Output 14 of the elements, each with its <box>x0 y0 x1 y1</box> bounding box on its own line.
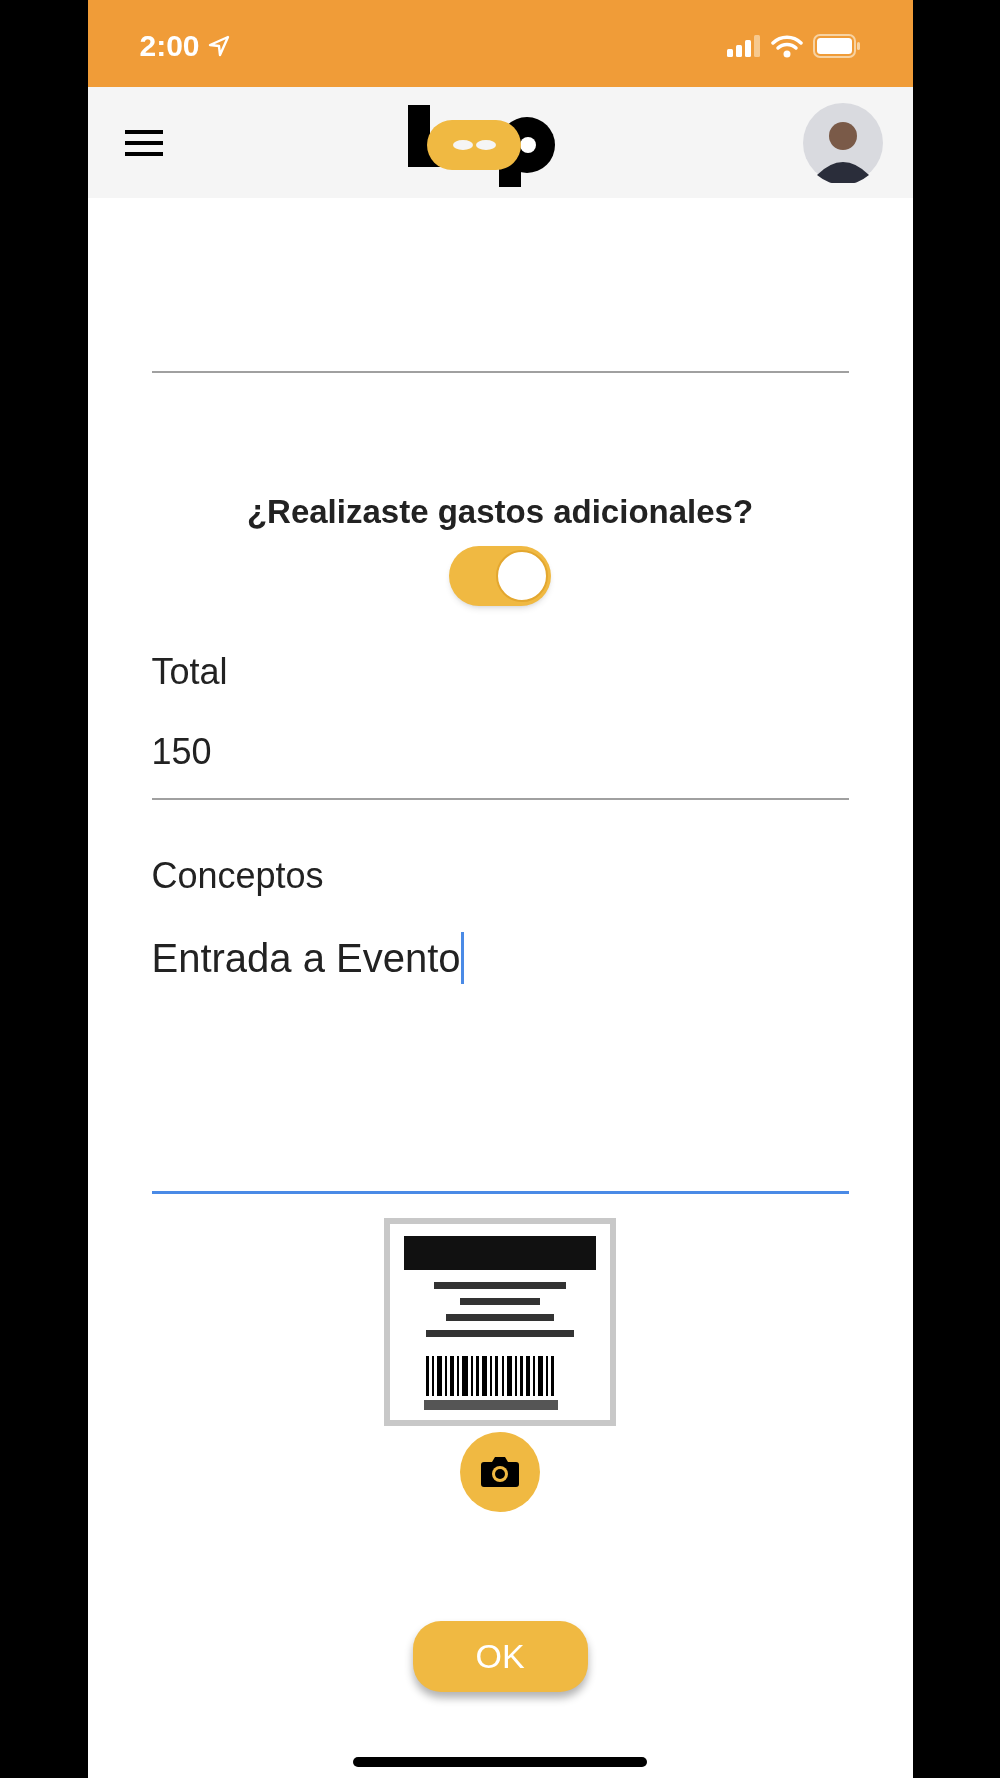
status-time: 2:00 <box>139 28 200 64</box>
field-label: Total <box>151 654 229 690</box>
signal-icon <box>726 34 761 57</box>
camera-icon <box>480 1456 520 1488</box>
menu-icon[interactable] <box>124 129 163 156</box>
battery-icon <box>812 33 861 58</box>
toggle-switch[interactable] <box>449 546 551 606</box>
avatar-icon[interactable] <box>802 102 883 183</box>
wifi-icon <box>770 33 803 58</box>
input-field[interactable]: 150 <box>151 690 849 800</box>
location-arrow-icon <box>207 34 230 57</box>
question-label: ¿Realizaste gastos adicionales? <box>245 495 755 528</box>
logo-icon <box>407 104 558 187</box>
field-label: Conceptos <box>151 858 325 894</box>
